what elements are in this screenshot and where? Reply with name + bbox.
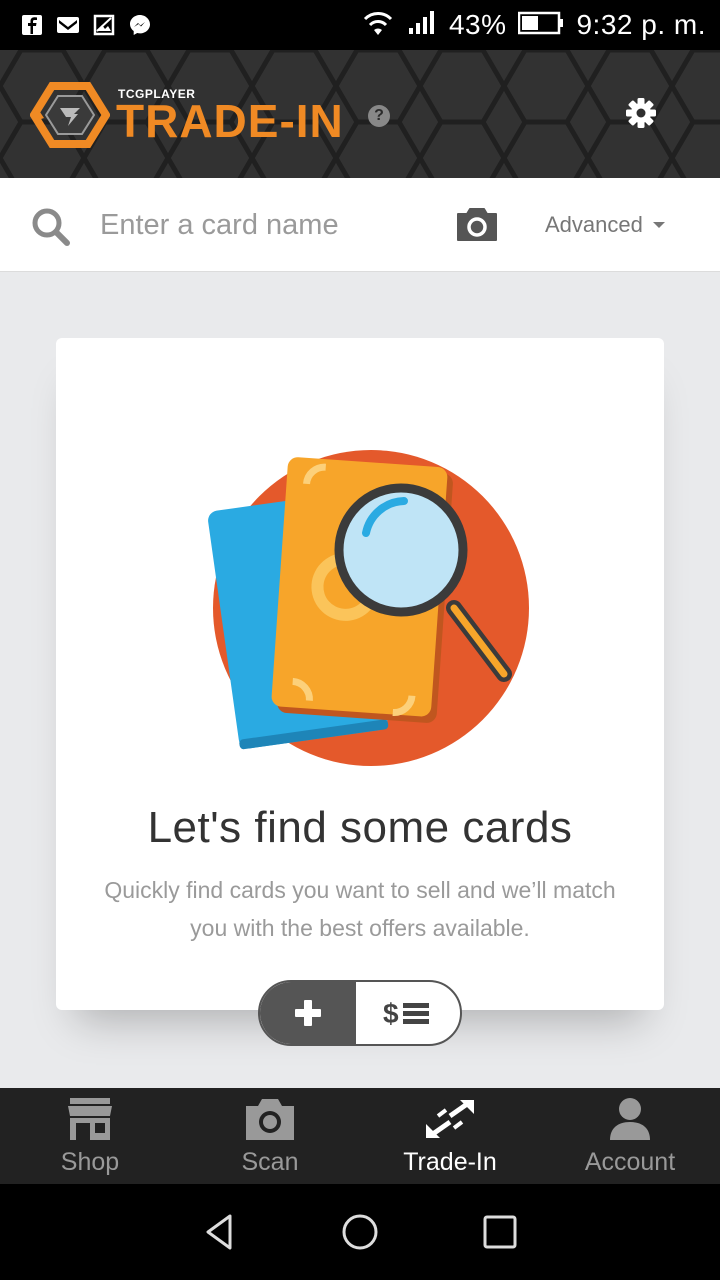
gear-icon[interactable] bbox=[624, 96, 658, 130]
messenger-icon bbox=[128, 13, 152, 37]
facebook-icon bbox=[20, 13, 44, 37]
recents-icon[interactable] bbox=[480, 1212, 520, 1252]
search-icon[interactable] bbox=[30, 206, 72, 248]
bottom-nav: Shop Scan Trade-In Account bbox=[0, 1088, 720, 1184]
logo-hexagon-icon bbox=[30, 82, 110, 148]
nav-item-trade-in[interactable]: Trade-In bbox=[360, 1088, 540, 1184]
nav-label-shop: Shop bbox=[60, 1148, 120, 1176]
wifi-icon bbox=[361, 9, 395, 42]
tcgplayer-trade-in-logo: TCGPLAYER TRADE-IN bbox=[30, 80, 344, 150]
brand-small: TCGPLAYER bbox=[118, 87, 196, 101]
cards-magnifier-illustration bbox=[208, 450, 529, 766]
trade-arrows-icon bbox=[426, 1099, 474, 1139]
battery-icon bbox=[518, 11, 564, 40]
nav-item-account[interactable]: Account bbox=[540, 1088, 720, 1184]
nav-label-account: Account bbox=[584, 1148, 676, 1176]
add-cards-button[interactable] bbox=[260, 982, 356, 1044]
nav-label-trade-in: Trade-In bbox=[403, 1148, 497, 1176]
home-icon[interactable] bbox=[340, 1212, 380, 1252]
advanced-label: Advanced bbox=[545, 212, 643, 237]
nav-label-scan: Scan bbox=[241, 1148, 299, 1176]
notification-icons bbox=[20, 13, 152, 37]
advanced-search-button[interactable]: Advanced bbox=[545, 208, 665, 242]
store-icon bbox=[68, 1098, 112, 1140]
clock: 9:32 p. m. bbox=[576, 9, 706, 40]
svg-text:$: $ bbox=[383, 998, 399, 1029]
system-status: 43% 9:32 p. m. bbox=[361, 9, 706, 42]
empty-state-card: Let's find some cards Quickly find cards… bbox=[56, 338, 664, 1010]
add-list-toggle: $ bbox=[258, 980, 462, 1046]
screen: 43% 9:32 p. m. TCGPLAYER TRADE-IN ? Ente… bbox=[0, 0, 720, 1280]
plus-icon bbox=[295, 1000, 321, 1026]
signal-icon bbox=[407, 10, 437, 41]
gallery-icon bbox=[92, 13, 116, 37]
battery-percent: 43% bbox=[448, 9, 507, 40]
dollar-list-icon: $ bbox=[383, 998, 429, 1029]
camera-icon bbox=[246, 1099, 294, 1140]
empty-state-title: Let's find some cards bbox=[147, 803, 573, 852]
app-header: TCGPLAYER TRADE-IN ? bbox=[0, 50, 720, 178]
nav-item-shop[interactable]: Shop bbox=[0, 1088, 180, 1184]
system-navigation-bar bbox=[0, 1184, 720, 1280]
search-bar: Advanced bbox=[0, 178, 720, 272]
gmail-icon bbox=[56, 13, 80, 37]
help-icon[interactable]: ? bbox=[368, 105, 390, 127]
status-bar: 43% 9:32 p. m. bbox=[0, 0, 720, 50]
back-icon[interactable] bbox=[200, 1212, 240, 1252]
caret-down-icon bbox=[652, 222, 665, 228]
offers-list-button[interactable]: $ bbox=[356, 982, 460, 1044]
camera-icon[interactable] bbox=[454, 202, 500, 248]
empty-state-description: Quickly find cards you want to sell and … bbox=[104, 877, 616, 941]
user-icon bbox=[610, 1098, 650, 1140]
card-name-search-input[interactable] bbox=[100, 200, 440, 250]
brand-title: TRADE-IN bbox=[116, 95, 344, 147]
nav-item-scan[interactable]: Scan bbox=[180, 1088, 360, 1184]
